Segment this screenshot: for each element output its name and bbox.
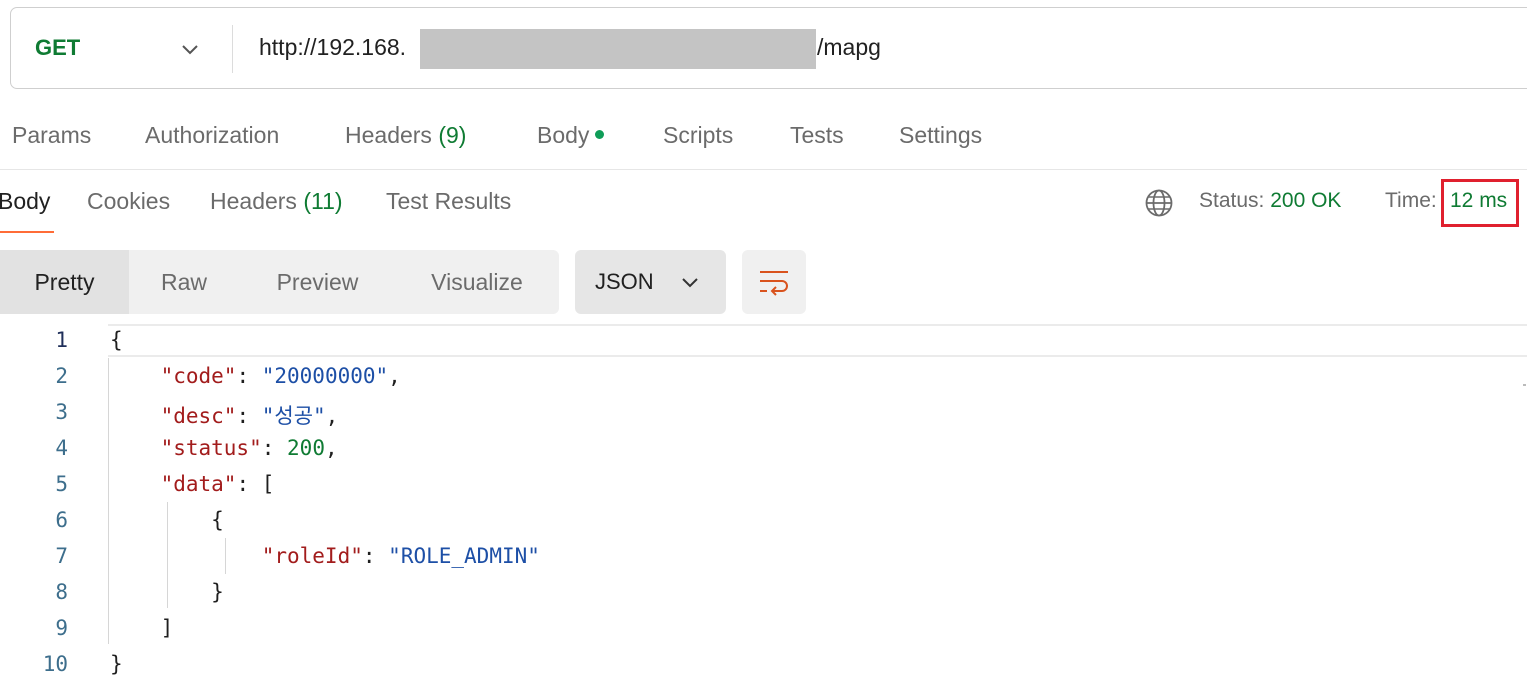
indent-guide	[108, 358, 109, 644]
json-string: "ROLE_ADMIN"	[388, 544, 540, 568]
line-number: 6	[55, 508, 68, 532]
language-select[interactable]: JSON	[575, 250, 726, 314]
method-select[interactable]: GET	[35, 35, 80, 61]
response-tab-cookies[interactable]: Cookies	[87, 188, 170, 215]
code-line-10[interactable]: }	[110, 652, 123, 676]
code-line-9[interactable]: ]	[110, 616, 174, 640]
scroll-marker	[1523, 384, 1526, 386]
code-token: }	[110, 652, 123, 676]
code-line-1[interactable]: {	[110, 328, 123, 352]
json-number: 200	[287, 436, 325, 460]
code-line-4[interactable]: "status": 200,	[110, 436, 338, 460]
time-highlight-box	[1441, 179, 1519, 227]
url-path[interactable]: /mapg	[817, 34, 881, 61]
tab-headers-count: (9)	[438, 122, 467, 148]
line-number: 7	[55, 544, 68, 568]
code-token: }	[211, 580, 224, 604]
code-line-3[interactable]: "desc": "성공",	[110, 400, 339, 430]
json-string: "성공"	[261, 404, 326, 428]
time-label: Time:	[1385, 189, 1437, 212]
json-key: "roleId"	[261, 544, 363, 568]
code-token: {	[211, 508, 224, 532]
pretty-button[interactable]: Pretty	[0, 250, 129, 314]
response-tab-test-results[interactable]: Test Results	[386, 188, 511, 215]
code-line-2[interactable]: "code": "20000000",	[110, 364, 401, 388]
visualize-button[interactable]: Visualize	[396, 250, 558, 314]
code-line-6[interactable]: {	[110, 508, 224, 532]
line-number: 1	[55, 328, 68, 352]
code-line-5[interactable]: "data": [	[110, 472, 275, 496]
language-label: JSON	[595, 269, 654, 294]
code-token: [	[261, 472, 275, 496]
json-string: "20000000"	[261, 364, 389, 388]
line-number: 8	[55, 580, 68, 604]
code-line-7[interactable]: "roleId": "ROLE_ADMIN"	[110, 544, 540, 568]
tab-scripts[interactable]: Scripts	[663, 122, 733, 149]
code-token: {	[110, 328, 123, 352]
tab-params[interactable]: Params	[12, 122, 91, 149]
line-number: 5	[55, 472, 68, 496]
preview-button[interactable]: Preview	[239, 250, 396, 314]
url-bar: GET http://192.168. /mapg	[10, 7, 1527, 89]
url-redaction	[420, 29, 816, 69]
json-key: "data"	[160, 472, 237, 496]
current-line-highlight	[108, 324, 1527, 357]
active-tab-indicator	[0, 231, 54, 233]
tab-body[interactable]: Body	[537, 122, 605, 149]
response-tab-headers[interactable]: Headers (11)	[210, 188, 343, 215]
word-wrap-button[interactable]	[742, 250, 806, 314]
line-number: 10	[42, 652, 68, 676]
raw-button[interactable]: Raw	[129, 250, 239, 314]
line-number: 9	[55, 616, 68, 640]
json-key: "status"	[160, 436, 262, 460]
chevron-down-icon[interactable]	[179, 38, 201, 60]
json-key: "desc"	[160, 404, 237, 428]
response-tab-body[interactable]: Body	[0, 188, 50, 215]
line-number: 4	[55, 436, 68, 460]
code-line-8[interactable]: }	[110, 580, 224, 604]
response-tab-headers-count: (11)	[303, 188, 343, 214]
json-key: "code"	[160, 364, 237, 388]
tab-tests[interactable]: Tests	[790, 122, 844, 149]
url-input[interactable]: http://192.168.	[259, 34, 406, 61]
tab-body-label: Body	[537, 122, 590, 148]
status-indicator[interactable]: Status: 200 OK	[1199, 189, 1341, 213]
tab-headers[interactable]: Headers (9)	[345, 122, 466, 149]
modified-dot-icon	[595, 130, 605, 140]
status-label: Status:	[1199, 189, 1265, 212]
wrap-lines-icon	[760, 271, 788, 296]
status-value: 200 OK	[1270, 189, 1342, 212]
line-number: 2	[55, 364, 68, 388]
tab-authorization[interactable]: Authorization	[145, 122, 279, 149]
chevron-down-icon	[682, 278, 698, 288]
divider	[0, 169, 1527, 170]
globe-icon[interactable]	[1144, 188, 1174, 218]
tab-settings[interactable]: Settings	[899, 122, 982, 149]
url-divider	[232, 25, 233, 73]
tab-headers-label: Headers	[345, 122, 432, 148]
response-tab-headers-label: Headers	[210, 188, 297, 214]
code-token: ]	[160, 616, 174, 640]
line-number: 3	[55, 400, 68, 424]
